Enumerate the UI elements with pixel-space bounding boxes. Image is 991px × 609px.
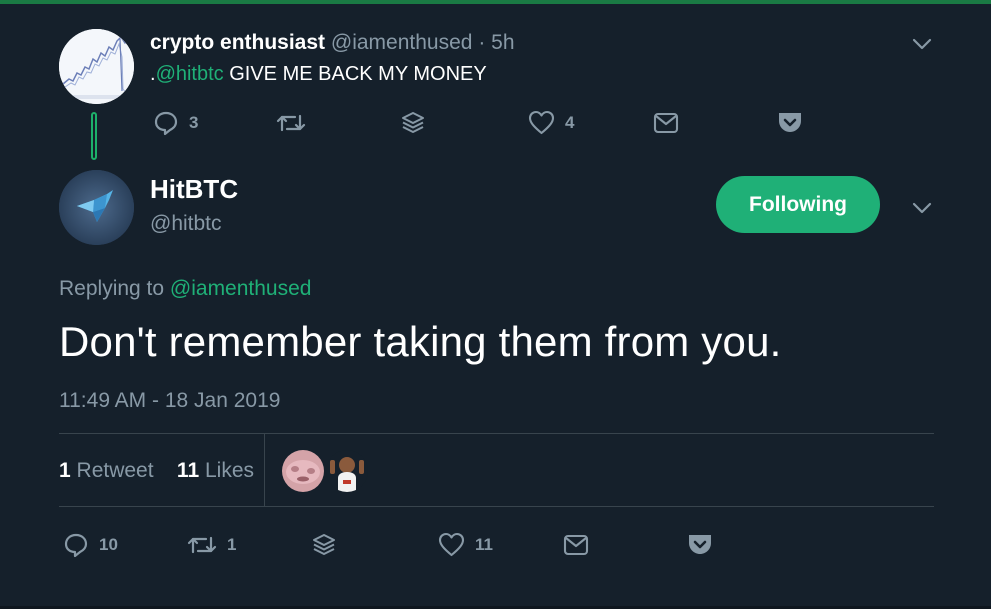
heart-icon	[528, 110, 555, 135]
parent-message-button[interactable]	[653, 111, 679, 135]
main-tweet-text: Don't remember taking them from you.	[59, 318, 782, 365]
divider	[59, 433, 934, 434]
envelope-icon	[653, 112, 679, 134]
parent-pocket-button[interactable]	[777, 110, 803, 134]
parent-reply-button[interactable]: 3	[153, 110, 198, 136]
parent-tweet-header: crypto enthusiast @iamenthused · 5h	[150, 31, 515, 55]
pocket-icon	[689, 535, 711, 554]
like-button[interactable]: 11	[438, 532, 493, 558]
likes-label: Likes	[204, 459, 254, 482]
retweets-stat[interactable]: 1 Retweet	[59, 459, 154, 482]
retweets-count: 1	[59, 459, 71, 482]
retweet-button[interactable]: 1	[187, 532, 236, 558]
parent-stack-button[interactable]	[400, 110, 426, 136]
heart-icon	[438, 532, 465, 557]
message-button[interactable]	[563, 533, 589, 557]
reply-icon	[154, 111, 178, 136]
parent-mention-link[interactable]: @hitbtc	[156, 63, 224, 85]
hitbtc-logo	[59, 170, 134, 245]
pocket-button[interactable]	[687, 532, 713, 556]
chevron-down-icon[interactable]	[912, 201, 932, 215]
reply-icon	[64, 533, 88, 558]
retweet-icon	[276, 114, 306, 132]
retweet-icon	[187, 536, 217, 554]
liker-avatar-image	[326, 450, 368, 492]
following-button[interactable]: Following	[716, 176, 880, 233]
retweets-label: Retweet	[76, 459, 154, 482]
avatar-crypto-enthusiast[interactable]	[59, 29, 134, 104]
stack-button[interactable]	[311, 532, 337, 558]
divider	[264, 434, 265, 506]
replying-prefix: Replying to	[59, 277, 170, 300]
liker-avatar[interactable]	[282, 450, 324, 492]
avatar-hitbtc[interactable]	[59, 170, 134, 245]
like-count: 11	[475, 535, 493, 554]
tweet-stats: 1 Retweet 11 Likes	[59, 459, 254, 483]
main-author-handle[interactable]: @hitbtc	[150, 212, 222, 236]
parent-author-handle[interactable]: @iamenthused	[331, 31, 473, 54]
replying-to-line: Replying to @iamenthused	[59, 277, 311, 301]
pocket-icon	[779, 113, 801, 132]
stack-icon	[313, 534, 335, 555]
main-author-name[interactable]: HitBTC	[150, 174, 238, 205]
parent-tweet-text: .@hitbtc GIVE ME BACK MY MONEY	[150, 63, 487, 86]
liker-avatar[interactable]	[326, 450, 368, 492]
parent-author-name[interactable]: crypto enthusiast	[150, 31, 325, 54]
tweet-timestamp[interactable]: 11:49 AM - 18 Jan 2019	[59, 389, 280, 413]
liker-avatar-image	[282, 450, 324, 492]
replying-to-mention[interactable]: @iamenthused	[170, 277, 312, 300]
likes-count: 11	[176, 459, 200, 482]
envelope-icon	[563, 534, 589, 556]
reply-count: 10	[99, 535, 118, 554]
parent-like-button[interactable]: 4	[528, 110, 574, 136]
retweet-count: 1	[227, 535, 237, 554]
thread-connector	[91, 112, 97, 160]
separator-dot: ·	[478, 31, 486, 54]
stack-icon	[402, 112, 424, 133]
chart-thumbnail-image	[59, 29, 134, 104]
top-accent-bar	[0, 0, 991, 4]
parent-retweet-button[interactable]	[276, 110, 306, 136]
parent-like-count: 4	[565, 113, 575, 132]
parent-text-body: GIVE ME BACK MY MONEY	[223, 63, 487, 85]
parent-reply-count: 3	[189, 113, 199, 132]
parent-tweet-time[interactable]: 5h	[491, 31, 514, 54]
divider	[59, 506, 934, 507]
likes-stat[interactable]: 11 Likes	[177, 459, 254, 482]
chevron-down-icon[interactable]	[912, 37, 932, 51]
reply-button[interactable]: 10	[63, 532, 118, 558]
